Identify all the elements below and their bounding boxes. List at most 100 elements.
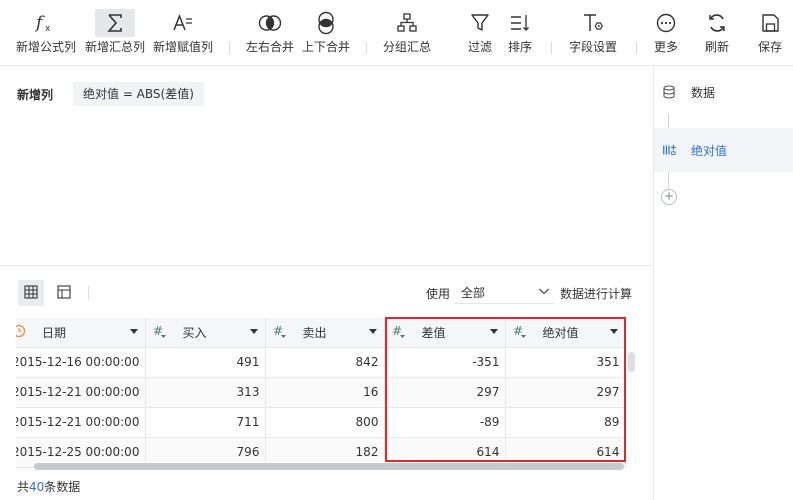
layout-view-icon: [57, 284, 71, 302]
table-cell: 16: [265, 377, 386, 408]
table-cell: -351: [384, 347, 507, 378]
table-cell: 2015-12-21 00:00:00: [16, 407, 147, 438]
step-connector: [668, 114, 669, 128]
sort-button[interactable]: 排序: [501, 0, 539, 62]
table-cell: 2015-12-16 00:00:00: [16, 347, 147, 378]
table-cell: 297: [505, 377, 627, 408]
step-label-data: 数据: [691, 85, 716, 100]
use-prefix-label: 使用: [426, 287, 451, 301]
caret-down-icon[interactable]: [249, 329, 259, 335]
caret-down-icon[interactable]: [489, 329, 499, 335]
refresh-button[interactable]: 刷新: [699, 0, 735, 62]
column-header-date[interactable]: 日期: [16, 318, 147, 348]
svg-text:x: x: [45, 24, 51, 34]
group-summary-label: 分组汇总: [382, 40, 431, 54]
step-panel: 数据 绝对值 +: [653, 66, 793, 500]
field-settings-icon: [573, 9, 613, 37]
new-column-icon: [662, 143, 676, 157]
refresh-icon: [697, 9, 737, 37]
number-type-icon: #: [272, 323, 294, 342]
column-name: 卖出: [302, 325, 327, 340]
add-formula-column-button[interactable]: fx 新增公式列: [10, 0, 82, 62]
filter-button[interactable]: 过滤: [462, 0, 498, 62]
column-name: 差值: [421, 325, 446, 340]
column-header-diff[interactable]: # 差值: [384, 318, 507, 348]
grid-view-toggle[interactable]: [18, 280, 44, 306]
merge-horizontal-button[interactable]: 左右合并: [242, 0, 298, 62]
save-label: 保存: [757, 40, 782, 54]
save-icon: [750, 9, 790, 37]
refresh-label: 刷新: [704, 40, 729, 54]
table-row[interactable]: 2015-12-16 00:00:00 491 842 -351 351: [16, 347, 627, 378]
column-header-abs[interactable]: # 绝对值: [505, 318, 627, 348]
toolbar-divider: [366, 42, 367, 54]
add-assign-column-label: 新增赋值列: [152, 40, 213, 54]
column-header-sell[interactable]: # 卖出: [265, 318, 386, 348]
add-assign-column-button[interactable]: 新增赋值列: [150, 0, 216, 62]
table-cell: 351: [505, 347, 627, 378]
number-type-icon: #: [152, 323, 174, 342]
caret-down-icon[interactable]: [609, 329, 619, 335]
more-icon: [646, 9, 686, 37]
data-table-viewport[interactable]: 日期 # 买入 # 卖出 # 差值 # 绝对值 2015-12-16 00:00…: [16, 318, 640, 468]
vertical-scrollbar[interactable]: [628, 352, 635, 372]
table-cell: 711: [145, 407, 267, 438]
formula-label: 新增列: [17, 88, 54, 102]
data-scope-value: 全部: [461, 286, 486, 300]
step-item-abs[interactable]: 绝对值: [654, 128, 793, 172]
svg-text:#: #: [273, 324, 283, 338]
use-suffix-label: 数据进行计算: [560, 287, 633, 301]
merge-vertical-label: 上下合并: [301, 40, 350, 54]
data-scope-select[interactable]: 全部: [455, 280, 555, 304]
table-row[interactable]: 2015-12-21 00:00:00 711 800 -89 89: [16, 407, 627, 438]
column-name: 绝对值: [542, 325, 579, 340]
merge-vertical-button[interactable]: 上下合并: [298, 0, 354, 62]
table-cell: 313: [145, 377, 267, 408]
number-type-icon: #: [512, 323, 534, 342]
add-step-button[interactable]: +: [661, 189, 677, 205]
layout-view-toggle[interactable]: [51, 280, 77, 306]
filter-label: 过滤: [467, 40, 492, 54]
table-row[interactable]: 2015-12-21 00:00:00 313 16 297 297: [16, 377, 627, 408]
group-tree-icon: [387, 9, 427, 37]
view-toggle-divider: [88, 286, 89, 300]
column-name: 日期: [42, 325, 67, 340]
toolbar: fx 新增公式列 新增汇总列 新增赋值列 左右合并 上下合并 分组汇总 过滤 排…: [0, 0, 793, 66]
table-cell: 800: [265, 407, 386, 438]
number-type-icon: #: [391, 323, 413, 342]
merge-horizontal-label: 左右合并: [245, 40, 294, 54]
row-count-suffix: 条数据: [44, 480, 81, 494]
row-count: 共40条数据: [17, 478, 80, 495]
formula-expression[interactable]: 绝对值 = ABS(差值): [73, 82, 204, 106]
function-icon: fx: [26, 9, 66, 37]
svg-text:#: #: [513, 324, 523, 338]
step-item-data[interactable]: 数据: [654, 70, 793, 114]
filter-icon: [460, 9, 500, 37]
caret-down-icon[interactable]: [129, 329, 139, 335]
svg-text:#: #: [392, 324, 402, 338]
sort-label: 排序: [507, 40, 532, 54]
column-header-buy[interactable]: # 买入: [145, 318, 267, 348]
table-cell: 2015-12-21 00:00:00: [16, 377, 147, 408]
row-count-prefix: 共: [17, 480, 30, 494]
database-icon: [662, 85, 676, 99]
horizontal-scrollbar[interactable]: [34, 463, 624, 470]
step-connector: [668, 172, 669, 189]
add-summary-column-button[interactable]: 新增汇总列: [82, 0, 148, 62]
table-header-row: 日期 # 买入 # 卖出 # 差值 # 绝对值: [16, 318, 627, 348]
column-name: 买入: [182, 325, 207, 340]
chevron-down-icon: [538, 285, 550, 300]
field-settings-label: 字段设置: [568, 40, 617, 54]
table-cell: 89: [505, 407, 627, 438]
save-button[interactable]: 保存: [751, 0, 789, 62]
add-formula-column-label: 新增公式列: [15, 40, 76, 54]
toolbar-divider: [636, 42, 637, 54]
horizontal-scrollbar-track: [34, 462, 624, 470]
field-settings-button[interactable]: 字段设置: [563, 0, 623, 62]
data-table: 日期 # 买入 # 卖出 # 差值 # 绝对值 2015-12-16 00:00…: [16, 318, 627, 468]
more-label: 更多: [653, 40, 678, 54]
table-cell: 297: [384, 377, 507, 408]
caret-down-icon[interactable]: [368, 329, 378, 335]
more-button[interactable]: 更多: [648, 0, 684, 62]
group-summary-button[interactable]: 分组汇总: [378, 0, 436, 62]
